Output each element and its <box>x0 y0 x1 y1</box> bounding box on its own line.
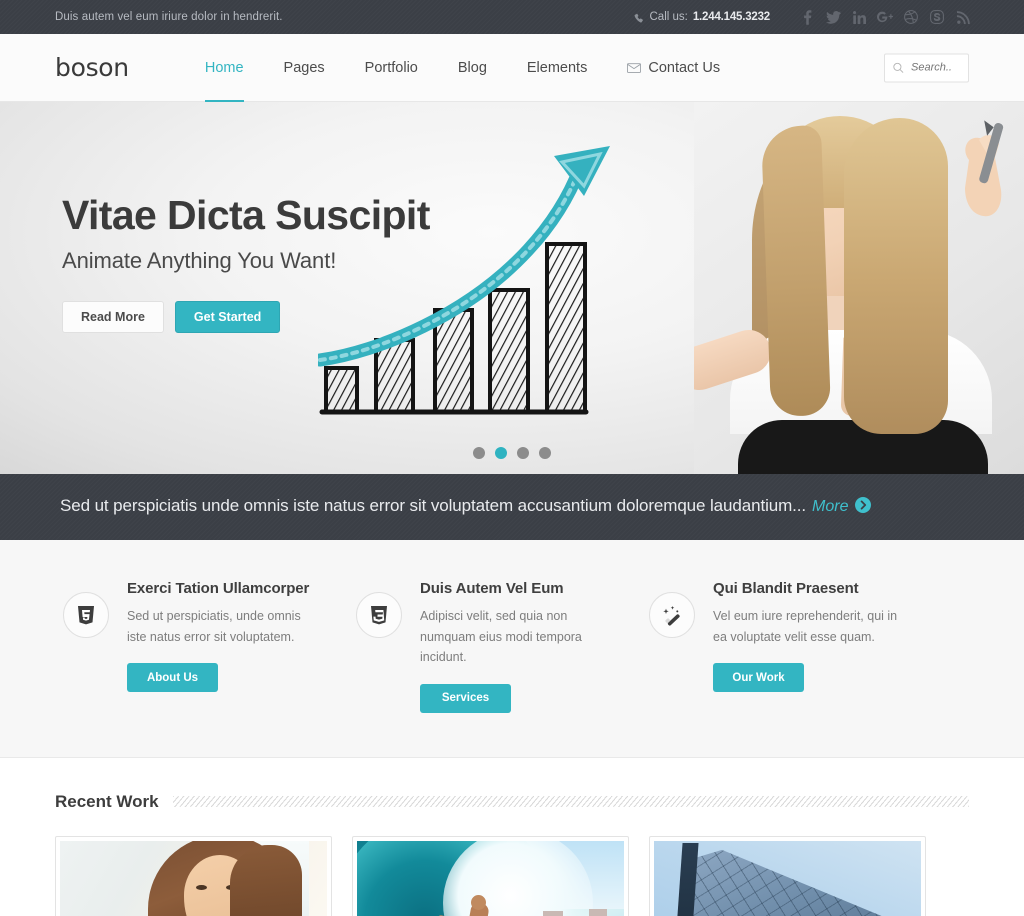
top-bar-tagline: Duis autem vel eum iriure dolor in hendr… <box>55 11 283 23</box>
main-navigation: Home Pages Portfolio Blog Elements Conta… <box>185 34 740 103</box>
thumbnail-portrait[interactable] <box>55 835 332 916</box>
thumbnail-building[interactable] <box>649 835 926 916</box>
google-plus-icon[interactable] <box>872 2 898 32</box>
building-window-grid <box>682 849 921 916</box>
top-bar-right: Call us: 1.244.145.3232 <box>634 0 977 34</box>
nav-item-blog[interactable]: Blog <box>438 34 507 102</box>
twitter-icon[interactable] <box>820 2 846 32</box>
section-divider <box>172 796 969 808</box>
nav-item-portfolio[interactable]: Portfolio <box>345 34 438 102</box>
rss-icon[interactable] <box>950 2 976 32</box>
css3-icon <box>356 592 402 638</box>
get-started-button[interactable]: Get Started <box>174 301 281 334</box>
linkedin-icon[interactable] <box>846 2 872 32</box>
hero-buttons: Read More Get Started <box>62 301 430 334</box>
callout-more-link[interactable]: More <box>812 498 848 515</box>
nav-label: Contact Us <box>648 59 721 76</box>
hero-title: Vitae Dicta Suscipit <box>62 192 430 238</box>
callout-text: Sed ut perspiciatis unde omnis iste natu… <box>60 496 807 515</box>
search-container <box>884 53 969 82</box>
chevron-right-circle-icon[interactable] <box>854 497 871 518</box>
top-bar: Duis autem vel eum iriure dolor in hendr… <box>0 0 1024 34</box>
model-hair-left <box>760 125 832 417</box>
service-body-2: Duis Autem Vel Eum Adipisci velit, sed q… <box>420 580 641 713</box>
nav-label: Portfolio <box>364 59 418 76</box>
thumbnail-portrait-image <box>60 840 327 916</box>
callout-banner: Sed ut perspiciatis unde omnis iste natu… <box>0 474 1024 540</box>
callout-text-wrap: Sed ut perspiciatis unde omnis iste natu… <box>60 496 871 518</box>
service-text: Vel eum iure reprehenderit, qui in ea vo… <box>713 609 898 644</box>
model-hand-with-marker <box>949 120 1021 240</box>
model-hair-right <box>844 118 948 434</box>
thumbnail-surfer[interactable] <box>352 835 629 916</box>
slider-dot-2[interactable] <box>495 447 507 459</box>
nav-label: Blog <box>457 59 487 76</box>
call-us-label: Call us: <box>649 11 688 23</box>
service-column-3: Qui Blandit Praesent Vel eum iure repreh… <box>641 580 934 713</box>
services-button[interactable]: Services <box>420 683 511 713</box>
recent-work-title: Recent Work <box>55 791 159 811</box>
facebook-icon[interactable] <box>794 2 820 32</box>
nav-item-contact-us[interactable]: Contact Us <box>607 34 740 102</box>
nav-label: Elements <box>526 59 588 76</box>
thumbnail-surfer-image <box>357 840 624 916</box>
search-input[interactable] <box>911 61 960 74</box>
surfer-building-1 <box>543 910 563 916</box>
service-column-1: Exerci Tation Ullamcorper Sed ut perspic… <box>55 580 348 713</box>
portrait-hair-front <box>230 844 302 916</box>
service-body-3: Qui Blandit Praesent Vel eum iure repreh… <box>713 580 934 713</box>
recent-work-grid <box>55 835 969 916</box>
phone-number: 1.244.145.3232 <box>692 11 770 23</box>
slider-dot-3[interactable] <box>517 447 529 459</box>
logo[interactable]: boson <box>55 53 129 82</box>
site-header: boson Home Pages Portfolio Blog Elements <box>0 34 1024 103</box>
service-title: Qui Blandit Praesent <box>713 580 859 597</box>
services-section: Exerci Tation Ullamcorper Sed ut perspic… <box>0 540 1024 758</box>
service-text: Adipisci velit, sed quia non numquam eiu… <box>420 609 582 665</box>
service-column-2: Duis Autem Vel Eum Adipisci velit, sed q… <box>348 580 641 713</box>
magic-wand-icon <box>649 592 695 638</box>
nav-item-home[interactable]: Home <box>185 34 264 103</box>
search-icon <box>893 62 904 73</box>
nav-item-elements[interactable]: Elements <box>507 34 607 102</box>
html5-icon <box>63 592 109 638</box>
page-root: Duis autem vel eum iriure dolor in hendr… <box>0 0 1024 916</box>
about-us-button[interactable]: About Us <box>127 663 218 693</box>
recent-work-section: Recent Work <box>0 757 1024 916</box>
social-links <box>794 2 976 32</box>
nav-label: Pages <box>283 59 325 76</box>
recent-work-header: Recent Work <box>55 792 969 812</box>
service-title: Exerci Tation Ullamcorper <box>127 580 310 597</box>
hero-copy: Vitae Dicta Suscipit Animate Anything Yo… <box>62 192 430 334</box>
nav-item-pages[interactable]: Pages <box>264 34 345 102</box>
slider-dot-4[interactable] <box>539 447 551 459</box>
read-more-button[interactable]: Read More <box>62 301 164 334</box>
service-body-1: Exerci Tation Ullamcorper Sed ut perspic… <box>127 580 348 713</box>
portrait-eye-left <box>196 884 207 890</box>
nav-label: Home <box>204 59 244 76</box>
search-box[interactable] <box>884 53 969 82</box>
mail-icon <box>627 62 642 73</box>
thumbnail-building-image <box>654 840 921 916</box>
phone-icon <box>634 13 645 24</box>
our-work-button[interactable]: Our Work <box>713 663 804 693</box>
slider-dots <box>0 447 1024 459</box>
surfer-head <box>471 894 486 910</box>
dribbble-icon[interactable] <box>898 2 924 32</box>
skype-icon[interactable] <box>924 2 950 32</box>
hero-subtitle: Animate Anything You Want! <box>62 248 337 274</box>
call-us: Call us: 1.244.145.3232 <box>634 11 770 24</box>
surfer-foam <box>443 840 593 916</box>
surfer-building-3 <box>589 908 607 916</box>
service-text: Sed ut perspiciatis, unde omnis iste nat… <box>127 609 301 644</box>
service-title: Duis Autem Vel Eum <box>420 580 564 597</box>
hero-slider: Vitae Dicta Suscipit Animate Anything Yo… <box>0 102 1024 474</box>
hero-model-photo <box>694 102 1024 474</box>
slider-dot-1[interactable] <box>473 447 485 459</box>
